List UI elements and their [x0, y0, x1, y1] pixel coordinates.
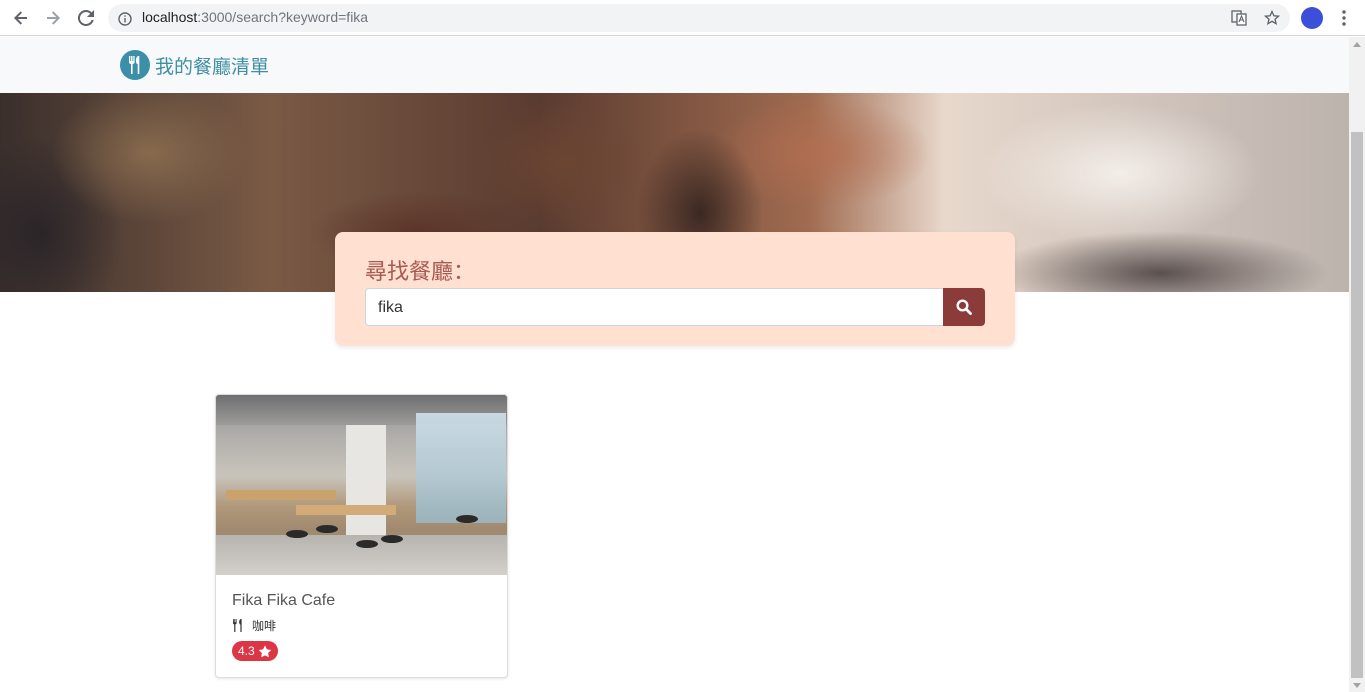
profile-avatar[interactable]	[1301, 7, 1323, 29]
star-icon	[258, 644, 271, 657]
restaurant-photo	[216, 395, 507, 575]
scroll-up-arrow-icon[interactable]	[1353, 42, 1361, 47]
url-path: :3000/search?keyword=fika	[197, 9, 369, 25]
reload-icon	[78, 10, 94, 26]
page-scrollbar[interactable]	[1349, 37, 1365, 692]
brand-link[interactable]: 我的餐廳清單	[120, 50, 269, 80]
url-host: localhost	[142, 9, 198, 25]
restaurant-name: Fika Fika Cafe	[232, 592, 336, 609]
bookmark-star-icon[interactable]	[1263, 9, 1281, 27]
more-menu-icon[interactable]	[1336, 9, 1352, 27]
search-label: 尋找餐廳：	[365, 260, 476, 285]
back-arrow-icon	[14, 11, 27, 25]
search-button[interactable]	[943, 288, 985, 326]
forward-arrow-icon	[47, 11, 60, 25]
search-panel: 尋找餐廳： fika	[335, 232, 1015, 346]
address-bar[interactable]: localhost:3000/search?keyword=fika	[108, 4, 1290, 32]
info-icon[interactable]	[118, 11, 132, 30]
back-button[interactable]	[8, 5, 34, 31]
utensils-icon	[233, 619, 242, 632]
search-icon	[956, 299, 972, 315]
rating-value: 4.3	[238, 644, 255, 658]
scroll-down-arrow-icon[interactable]	[1353, 683, 1361, 688]
search-input[interactable]: fika	[365, 288, 943, 326]
restaurant-card[interactable]: Fika Fika Cafe 咖啡 4.3	[215, 394, 508, 678]
brand-title: 我的餐廳清單	[155, 55, 270, 78]
reload-button[interactable]	[73, 5, 99, 31]
category-label: 咖啡	[252, 619, 277, 633]
rating-badge: 4.3	[232, 641, 278, 661]
site-navbar: 我的餐廳清單	[0, 37, 1349, 93]
browser-toolbar: localhost:3000/search?keyword=fika	[0, 0, 1365, 36]
forward-button[interactable]	[40, 5, 66, 31]
utensils-icon	[120, 50, 150, 80]
url-text[interactable]: localhost:3000/search?keyword=fika	[142, 9, 368, 25]
scrollbar-thumb[interactable]	[1351, 132, 1363, 678]
restaurant-category: 咖啡	[232, 617, 276, 634]
translate-icon[interactable]	[1230, 9, 1248, 27]
